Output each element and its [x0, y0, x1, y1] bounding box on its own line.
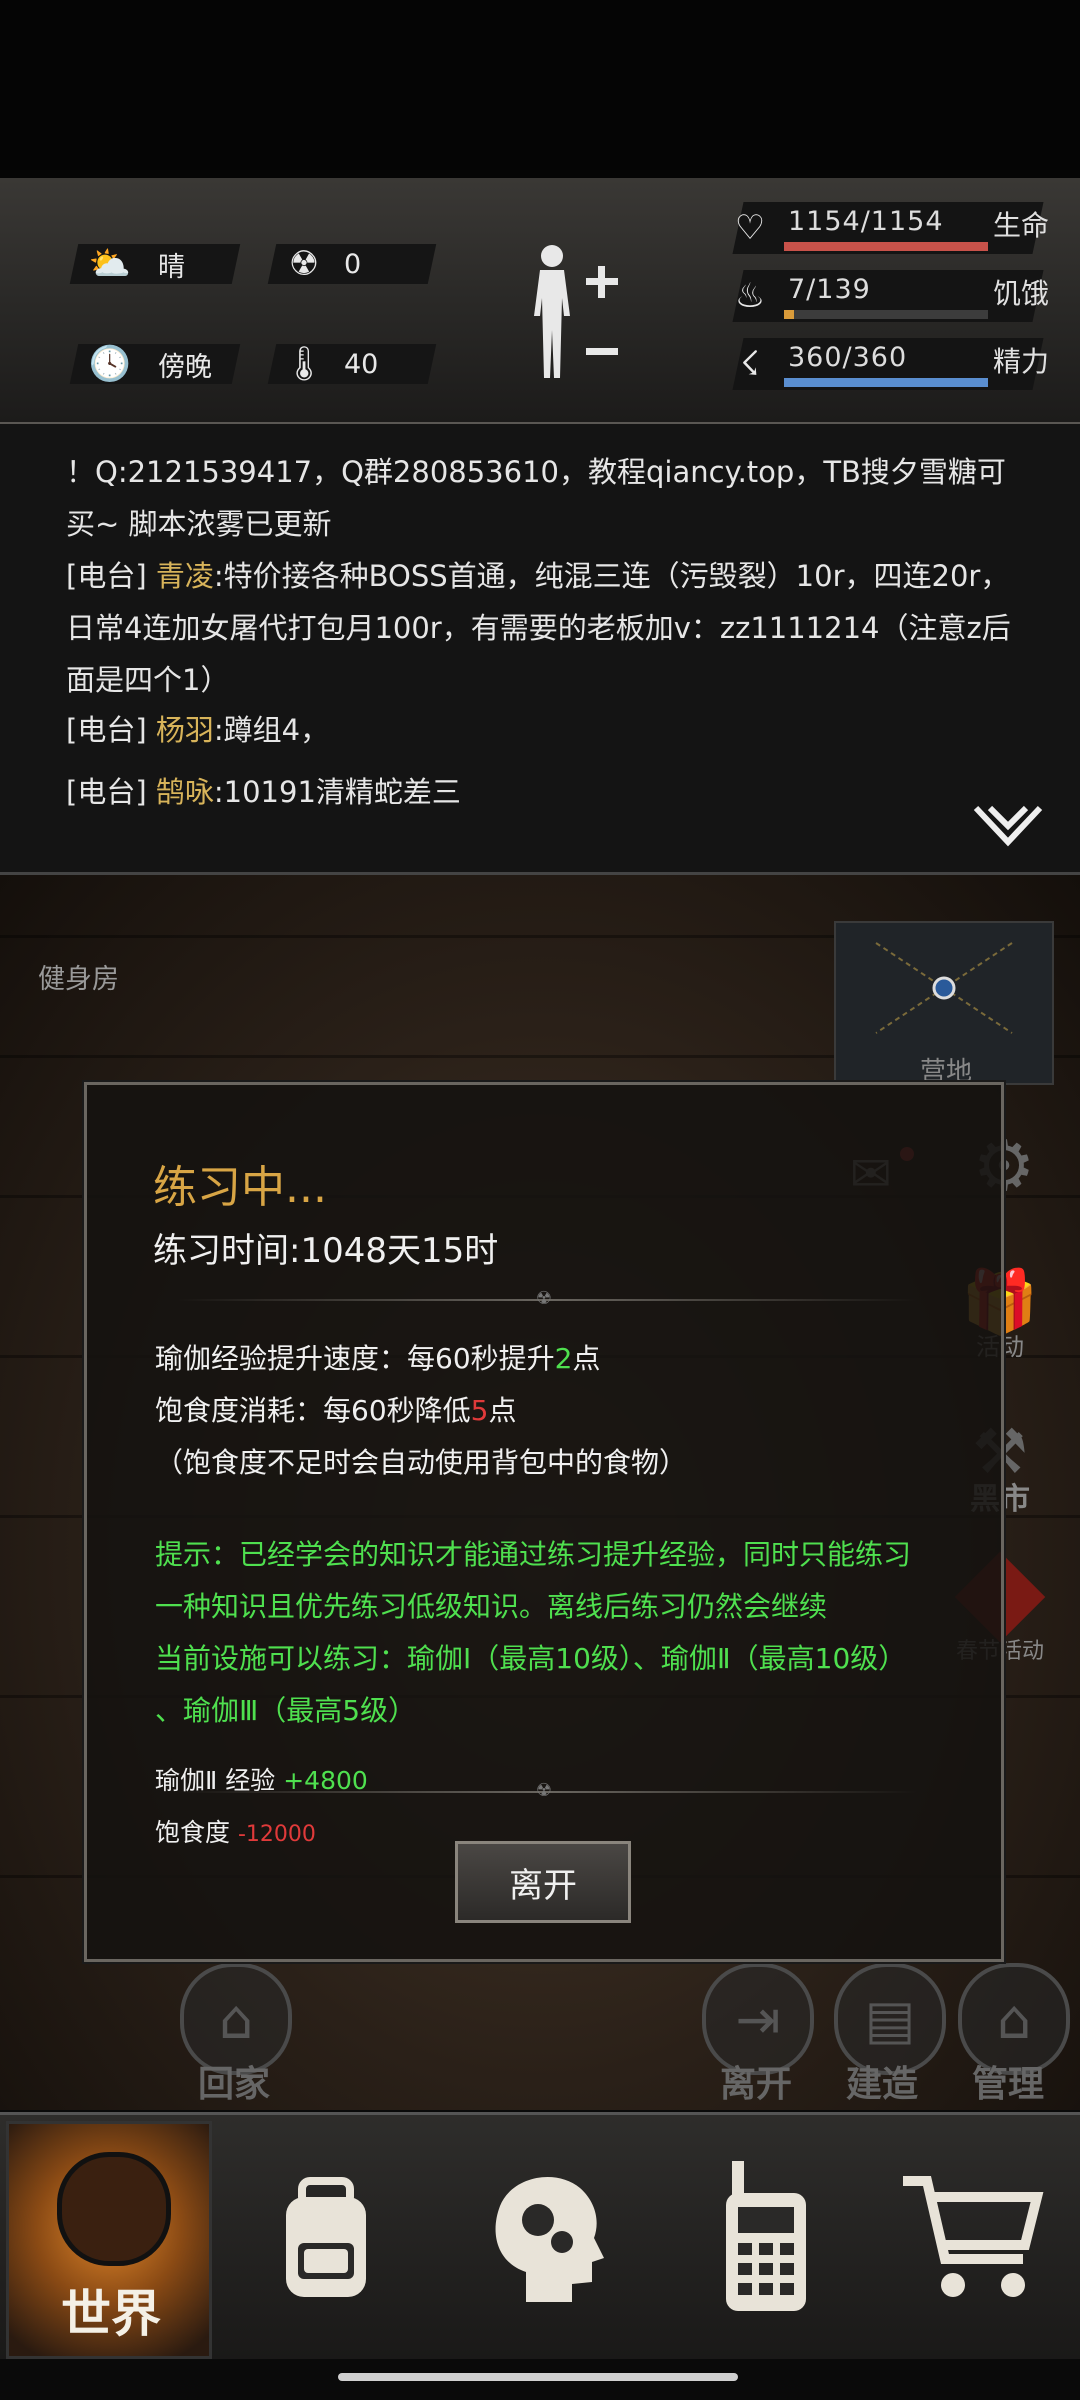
radiation-icon: ☢ [288, 244, 320, 284]
leave-label: 离开 [720, 2064, 793, 2105]
manage-label: 管理 [972, 2064, 1045, 2105]
health-label: 生命 [993, 209, 1050, 242]
weather-pill: ⛅ 晴 [69, 244, 241, 284]
hunger-label: 饥饿 [993, 277, 1050, 310]
nav-skills[interactable] [446, 2121, 646, 2353]
health-stat: ♡ 1154/1154 生命 [718, 202, 1058, 258]
house-gear-icon: ⌂ [996, 1987, 1032, 2051]
nav-shop[interactable] [872, 2121, 1072, 2353]
satiety-change: 饱食度 -12000 [155, 1818, 316, 1847]
globe-icon [57, 2152, 171, 2266]
hunger-rate-text: 饱食度消耗：每60秒降低5点 [155, 1394, 517, 1427]
stomach-icon: ♨ [734, 276, 766, 316]
energy-bar [784, 378, 988, 387]
person-exit-icon: ⇥ [735, 1987, 781, 2051]
nav-world[interactable]: 世界 [6, 2121, 212, 2359]
health-value: 1154/1154 [788, 206, 944, 237]
expand-chat-button[interactable] [972, 802, 1044, 852]
energy-icon: ☇ [740, 344, 760, 384]
chat-message: [电台] 杨羽:蹲组4， [66, 713, 330, 747]
nav-backpack[interactable] [226, 2121, 426, 2353]
temperature-pill: 🌡 40 [267, 344, 437, 384]
exp-speed-text: 瑜伽经验提升速度：每60秒提升2点 [155, 1342, 601, 1375]
head-gears-icon [495, 2176, 604, 2302]
chevron-double-down-icon [973, 805, 1043, 847]
house-icon: ⌂ [218, 1987, 254, 2051]
backpack-icon [286, 2177, 366, 2297]
minimap-button[interactable]: 营地 [834, 921, 1054, 1087]
health-bar [784, 242, 988, 251]
leave-button[interactable]: 离开 [455, 1841, 631, 1923]
time-of-day-text: 傍晚 [158, 351, 212, 383]
divider-ornament-icon: ☢ [535, 1288, 553, 1309]
human-body-icon [534, 245, 618, 378]
time-pill: 🕓 傍晚 [69, 344, 241, 384]
build-icon: ▤ [864, 1987, 916, 2051]
radiation-pill: ☢ 0 [267, 244, 437, 284]
walkie-talkie-icon [726, 2161, 806, 2311]
shopping-cart-icon [903, 2176, 1044, 2297]
character-status-button[interactable] [520, 238, 630, 388]
chat-message: [电台] 青凌:特价接各种BOSS首通，纯混三连（污毁裂）10r，四连20r，日… [66, 559, 1011, 697]
heart-icon: ♡ [734, 208, 766, 248]
chat-sender[interactable]: 杨羽 [156, 713, 214, 747]
divider-ornament-icon: ☢ [535, 1780, 553, 1801]
nav-radio[interactable] [666, 2121, 866, 2353]
chat-message: [电台] 鹄咏:10191清精蛇差三 [66, 775, 461, 809]
minimap-icon [875, 942, 1013, 1034]
radiation-value: 0 [344, 248, 362, 280]
bottom-navigation: 世界 [0, 2112, 1080, 2359]
energy-label: 精力 [993, 345, 1050, 378]
training-dialog: 练习中... 练习时间:1048天15时 ☢ 瑜伽经验提升速度：每60秒提升2点… [84, 1082, 1004, 1962]
training-duration: 练习时间:1048天15时 [153, 1231, 499, 1271]
energy-stat: ☇ 360/360 精力 [718, 338, 1058, 394]
hunger-note: （饱食度不足时会自动使用背包中的食物） [155, 1446, 688, 1479]
chat-sender[interactable]: 青凌 [156, 559, 214, 593]
tip-text: 提示：已经学会的知识才能通过练习提升经验，同时只能练习 一种知识且优先练习低级知… [155, 1538, 912, 1727]
home-indicator[interactable] [338, 2373, 738, 2381]
hunger-stat: ♨ 7/139 饥饿 [718, 270, 1058, 326]
thermometer-icon: 🌡 [282, 344, 326, 384]
hunger-value: 7/139 [788, 274, 871, 305]
chat-message: ！Q:2121539417，Q群280853610，教程qiancy.top，T… [66, 455, 1006, 541]
clock-icon: 🕓 [88, 344, 132, 384]
exp-gain: 瑜伽Ⅱ 经验 +4800 [155, 1766, 368, 1795]
status-bar-area [0, 0, 1080, 178]
weather-text: 晴 [158, 251, 185, 283]
hud-panel: ⛅ 晴 ☢ 0 🕓 傍晚 🌡 40 ♡ 1154/1154 生命 ♨ 7/139… [0, 178, 1080, 425]
chat-sender[interactable]: 鹄咏 [156, 775, 214, 809]
hunger-bar [784, 310, 795, 319]
location-label: 健身房 [38, 964, 119, 995]
home-label: 回家 [198, 2064, 271, 2105]
chat-panel[interactable]: ！Q:2121539417，Q群280853610，教程qiancy.top，T… [0, 424, 1080, 875]
build-label: 建造 [846, 2064, 919, 2105]
dialog-title: 练习中... [153, 1162, 327, 1213]
nav-world-label: 世界 [61, 2285, 161, 2343]
temperature-value: 40 [344, 348, 379, 380]
cloudy-sun-icon: ⛅ [88, 244, 132, 284]
energy-value: 360/360 [788, 342, 908, 373]
